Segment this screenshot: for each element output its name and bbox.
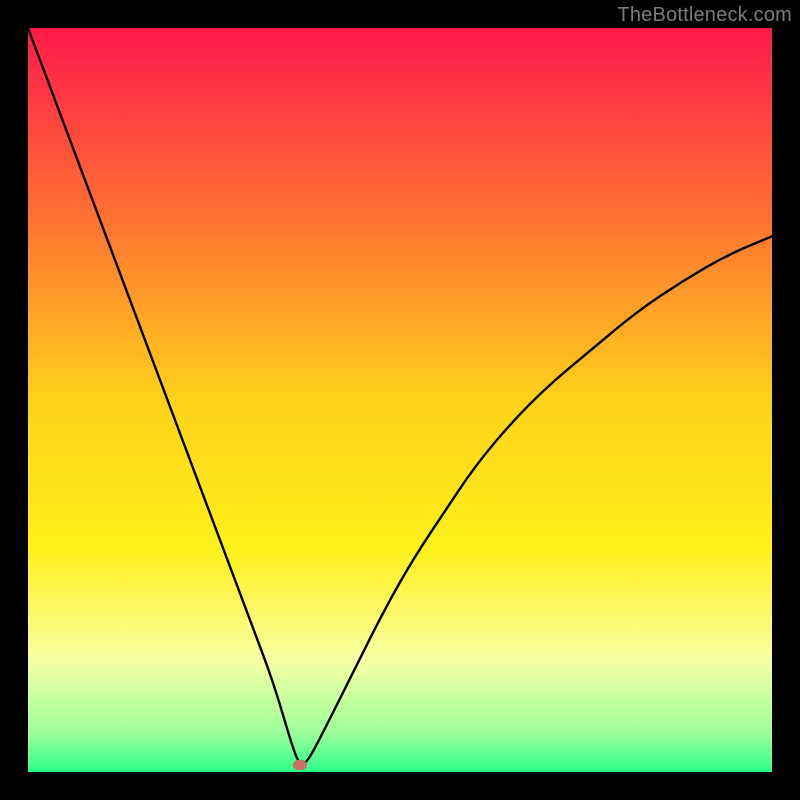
bottleneck-curve (28, 28, 772, 772)
minimum-marker (293, 760, 307, 770)
chart-frame: TheBottleneck.com (0, 0, 800, 800)
watermark-text: TheBottleneck.com (617, 4, 792, 27)
plot-area (28, 28, 772, 772)
